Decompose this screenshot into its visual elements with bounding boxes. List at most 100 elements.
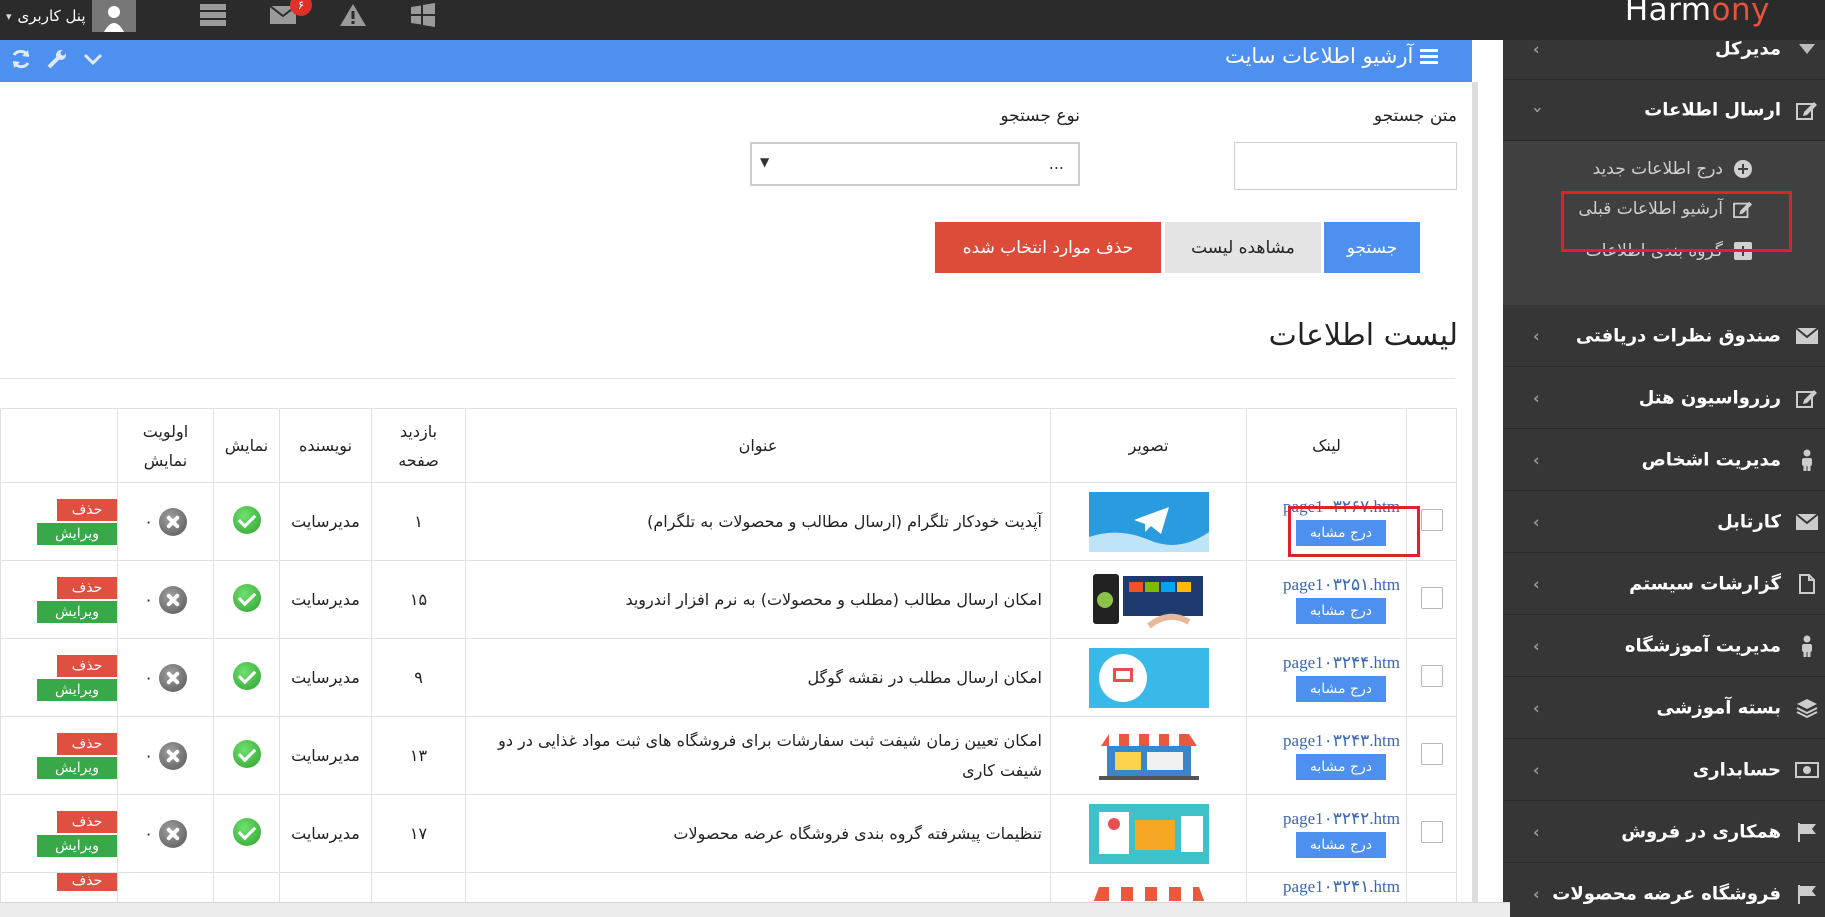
- row-title-cell: امکان ارسال مطلب در نقشه گوگل: [465, 638, 1051, 717]
- search-button[interactable]: جستجو: [1324, 222, 1420, 273]
- chevron-left-icon: ‹: [1533, 574, 1540, 593]
- delete-button[interactable]: حذف: [57, 654, 117, 677]
- sidebar-item-accounting[interactable]: حسابداری ‹: [1503, 739, 1825, 801]
- check-circle-icon[interactable]: [232, 661, 261, 690]
- sidebar-item-store[interactable]: فروشگاه عرضه محصولات ‹: [1503, 863, 1825, 917]
- delete-button[interactable]: حذف: [57, 576, 117, 599]
- delete-selected-button[interactable]: حذف موارد انتخاب شده: [935, 222, 1161, 273]
- check-circle-icon[interactable]: [232, 583, 261, 612]
- list-title: لیست اطلاعات: [1268, 318, 1458, 353]
- row-link[interactable]: page1۰۳۲۴۴.htm: [1251, 653, 1400, 673]
- sidebar-item-hotel[interactable]: رزرواسیون هتل ‹: [1503, 367, 1825, 429]
- warning-icon[interactable]: [336, 0, 370, 30]
- panel-title-text: آرشیو اطلاعات سایت: [1224, 44, 1414, 68]
- edit-button[interactable]: ویرایش: [37, 678, 117, 701]
- row-checkbox[interactable]: [1420, 742, 1443, 765]
- panel-scrollbar[interactable]: [1472, 82, 1478, 917]
- row-thumbnail[interactable]: [1088, 879, 1209, 901]
- row-priority-cell: ۰: [117, 794, 214, 873]
- horizontal-scrollbar[interactable]: [0, 902, 1510, 917]
- edit-button[interactable]: ویرایش: [37, 834, 117, 857]
- row-checkbox[interactable]: [1420, 508, 1443, 531]
- check-circle-icon[interactable]: [232, 505, 261, 534]
- row-priority-cell: ۰: [117, 482, 214, 561]
- row-priority-cell: ۰: [117, 560, 214, 639]
- chevron-left-icon: ‹: [1533, 388, 1540, 407]
- sidebar-item-label: مدیرکل: [1714, 38, 1781, 59]
- hamburger-icon: [1420, 45, 1438, 69]
- row-link[interactable]: page1۰۳۲۴۳.htm: [1251, 731, 1400, 751]
- delete-button[interactable]: حذف: [57, 732, 117, 755]
- header-select: [1406, 408, 1457, 483]
- header-image: تصویر: [1050, 408, 1247, 483]
- table-header-row: لینک تصویر عنوان بازدید صفحه نویسنده نمای…: [0, 408, 1457, 483]
- person-icon: [1795, 448, 1819, 472]
- header-actions: [0, 408, 118, 483]
- user-panel-menu[interactable]: ▾ پنل کاربری: [6, 0, 136, 32]
- sidebar-item-label: رزرواسیون هتل: [1638, 387, 1781, 408]
- info-table: لینک تصویر عنوان بازدید صفحه نویسنده نمای…: [0, 408, 1457, 913]
- submenu-item-new-info[interactable]: درج اطلاعات جدید: [1593, 159, 1753, 179]
- edit-button[interactable]: ویرایش: [37, 522, 117, 545]
- sidebar-item-school[interactable]: مدیریت آموزشگاه ‹: [1503, 615, 1825, 677]
- row-thumbnail[interactable]: [1088, 569, 1209, 630]
- row-checkbox[interactable]: [1420, 586, 1443, 609]
- row-display-cell: [213, 560, 280, 639]
- sidebar-item-cartable[interactable]: کارتابل ‹: [1503, 491, 1825, 553]
- sidebar-item-feedback-inbox[interactable]: صندوق نظرات دریافتی ‹: [1503, 305, 1825, 367]
- insert-similar-button[interactable]: درج مشابه: [1295, 598, 1386, 624]
- refresh-icon[interactable]: [10, 48, 32, 74]
- row-checkbox[interactable]: [1420, 664, 1443, 687]
- sidebar-item-people[interactable]: مدیریت اشخاص ‹: [1503, 429, 1825, 491]
- row-checkbox[interactable]: [1420, 820, 1443, 843]
- row-visits-cell: ۹: [371, 638, 466, 717]
- envelope-icon: [1795, 324, 1819, 348]
- delete-button[interactable]: حذف: [57, 810, 117, 833]
- row-thumbnail[interactable]: [1088, 803, 1209, 864]
- insert-similar-button[interactable]: درج مشابه: [1295, 754, 1386, 780]
- check-circle-icon[interactable]: [232, 739, 261, 768]
- insert-similar-button[interactable]: درج مشابه: [1295, 832, 1386, 858]
- edit-button[interactable]: ویرایش: [37, 600, 117, 623]
- row-thumbnail[interactable]: [1088, 647, 1209, 708]
- person-icon: [1795, 634, 1819, 658]
- row-priority: ۰: [144, 746, 153, 765]
- row-title: امکان ارسال مطلب در نقشه گوگل: [807, 667, 1042, 687]
- collapse-chevron-icon[interactable]: [82, 48, 104, 74]
- sidebar-item-reports[interactable]: گزارشات سیستم ‹: [1503, 553, 1825, 615]
- sidebar-item-affiliate[interactable]: همکاری در فروش ‹: [1503, 801, 1825, 863]
- close-circle-icon[interactable]: [158, 741, 187, 770]
- delete-button[interactable]: حذف: [57, 498, 117, 521]
- insert-similar-button[interactable]: درج مشابه: [1295, 676, 1386, 702]
- row-author-cell: مدیرسایت: [279, 482, 372, 561]
- close-circle-icon[interactable]: [158, 585, 187, 614]
- row-image-cell: [1050, 482, 1247, 561]
- row-link[interactable]: page1۰۳۲۵۱.htm: [1251, 575, 1400, 595]
- delete-button[interactable]: حذف: [57, 873, 117, 891]
- windows-icon[interactable]: [406, 0, 440, 30]
- row-title: امکان تعیین زمان شیفت ثبت سفارشات برای ف…: [498, 730, 1042, 780]
- edit-button[interactable]: ویرایش: [37, 756, 117, 779]
- server-icon[interactable]: [196, 0, 230, 30]
- check-circle-icon[interactable]: [232, 817, 261, 846]
- close-circle-icon[interactable]: [158, 819, 187, 848]
- sidebar-item-label: حسابداری: [1692, 759, 1781, 780]
- sidebar-item-send-info[interactable]: ارسال اطلاعات ‹: [1503, 80, 1825, 141]
- sidebar-item-training-package[interactable]: بسته آموزشی ‹: [1503, 677, 1825, 739]
- row-link[interactable]: page1۰۳۲۴۲.htm: [1251, 809, 1400, 829]
- row-visits: ۱۵: [409, 590, 428, 609]
- view-list-button[interactable]: مشاهده لیست: [1165, 222, 1321, 273]
- wrench-icon[interactable]: [46, 48, 68, 74]
- close-circle-icon[interactable]: [158, 507, 187, 536]
- row-thumbnail[interactable]: [1088, 725, 1209, 786]
- row-title-cell: تنظیمات پیشرفته گروه بندی فروشگاه عرضه م…: [465, 794, 1051, 873]
- row-thumbnail[interactable]: [1088, 491, 1209, 552]
- search-type-select[interactable]: ... ▼: [750, 142, 1080, 186]
- row-link[interactable]: page1۰۳۲۴۱.htm: [1251, 877, 1400, 897]
- sidebar-item-admin[interactable]: مدیرکل ‹: [1503, 18, 1825, 80]
- search-text-input[interactable]: [1234, 142, 1457, 190]
- close-circle-icon[interactable]: [158, 663, 187, 692]
- row-visits-cell: ۱۷: [371, 794, 466, 873]
- chevron-left-icon: ‹: [1533, 39, 1540, 58]
- envelope-icon: [1795, 510, 1819, 534]
